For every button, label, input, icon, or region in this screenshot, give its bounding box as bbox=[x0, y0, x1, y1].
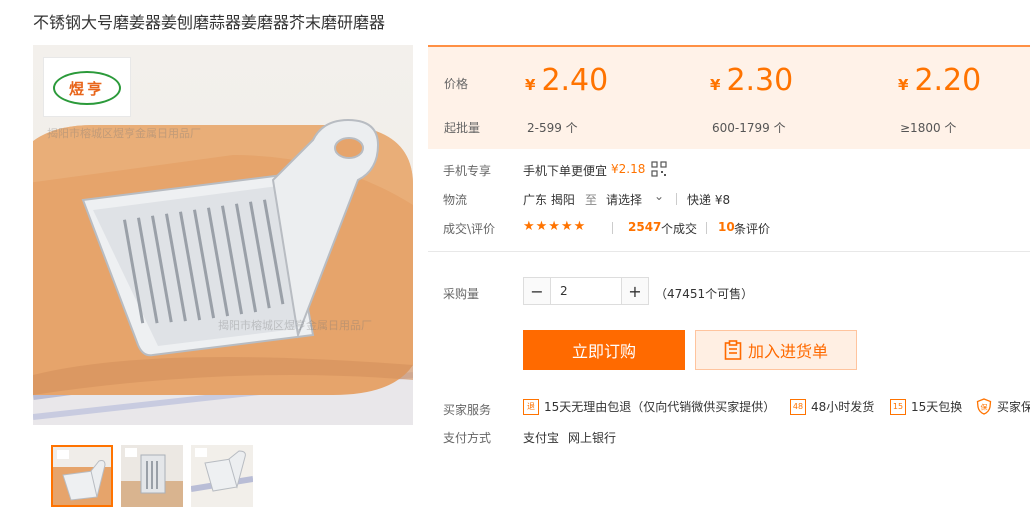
price-tier-1: ¥2.40 bbox=[525, 63, 608, 98]
add-to-cart-button[interactable]: 加入进货单 bbox=[695, 330, 857, 370]
service-return[interactable]: 退 15天无理由包退（仅向代销微供买家提供） bbox=[523, 398, 775, 415]
to-word: 至 bbox=[585, 193, 598, 207]
price-value: 2.30 bbox=[726, 63, 794, 98]
clipboard-icon bbox=[724, 340, 742, 360]
watermark-bottom: 揭阳市榕城区煜亨金属日用品厂 bbox=[218, 319, 372, 332]
logistics-label: 物流 bbox=[443, 193, 468, 207]
service-exchange[interactable]: 15 15天包换 bbox=[890, 398, 962, 415]
decrement-button[interactable]: − bbox=[524, 278, 551, 304]
quantity-label: 采购量 bbox=[443, 287, 480, 301]
ship-from: 广东 揭阳 bbox=[523, 193, 575, 207]
trade-label: 成交\评价 bbox=[443, 222, 496, 236]
currency-symbol: ¥ bbox=[710, 76, 721, 94]
price-panel: 价格 起批量 ¥2.40 ¥2.30 ¥2.20 2-599 个 600-179… bbox=[428, 45, 1030, 149]
return-15-icon: 退 bbox=[523, 398, 539, 415]
chevron-down-icon[interactable]: ⌄ bbox=[654, 189, 664, 203]
services-label: 买家服务 bbox=[443, 403, 492, 417]
shield-badge: 保 bbox=[981, 403, 988, 412]
payment-label: 支付方式 bbox=[443, 431, 492, 445]
divider bbox=[612, 222, 613, 234]
deals-count[interactable]: 2547 bbox=[628, 220, 661, 234]
service-text: 买家保障 bbox=[997, 400, 1030, 414]
service-guarantee[interactable]: 保 买家保障 bbox=[976, 398, 1030, 415]
service-text: 15天无理由包退（仅向代销微供买家提供） bbox=[544, 400, 776, 414]
deals-text: 个成交 bbox=[661, 222, 698, 236]
shipping-fee: 快递 ¥8 bbox=[687, 193, 731, 207]
currency-symbol: ¥ bbox=[525, 76, 536, 94]
add-to-cart-label: 加入进货单 bbox=[747, 342, 828, 361]
currency-symbol: ¥ bbox=[898, 76, 909, 94]
quantity-stepper: − 2 + bbox=[523, 277, 649, 305]
watermark-top: 揭阳市榕城区煜亨金属日用品厂 bbox=[47, 127, 201, 140]
price-label: 价格 bbox=[444, 77, 469, 91]
exchange-15-icon: 15 bbox=[890, 398, 906, 415]
qr-code-icon[interactable] bbox=[651, 161, 667, 177]
thumbnail-2[interactable] bbox=[121, 445, 183, 507]
quantity-input[interactable]: 2 bbox=[551, 278, 621, 304]
section-divider bbox=[428, 251, 1030, 252]
mobile-price: ¥2.18 bbox=[611, 162, 646, 176]
logo-text: 煜亨 bbox=[68, 79, 105, 98]
payment-online-bank: 网上银行 bbox=[568, 431, 617, 445]
reviews-text: 条评价 bbox=[734, 222, 771, 236]
destination-select[interactable]: 请选择 bbox=[606, 191, 642, 208]
thumbnail-1[interactable] bbox=[51, 445, 113, 507]
price-value: 2.20 bbox=[914, 63, 982, 98]
increment-button[interactable]: + bbox=[621, 278, 648, 304]
divider bbox=[676, 193, 677, 205]
batch-range-3: ≥1800 个 bbox=[900, 121, 957, 135]
divider bbox=[706, 222, 707, 234]
available-stock: （47451个可售） bbox=[655, 287, 754, 301]
main-product-image[interactable]: 煜亨 揭阳市榕城区煜亨金属日用品厂 揭阳市榕城区煜亨金属日用品厂 bbox=[33, 45, 413, 425]
price-value: 2.40 bbox=[541, 63, 609, 98]
mobile-text: 手机下单更便宜 bbox=[523, 164, 608, 178]
thumbnail-3[interactable] bbox=[191, 445, 253, 507]
price-tier-3: ¥2.20 bbox=[898, 63, 981, 98]
mobile-label: 手机专享 bbox=[443, 164, 492, 178]
logo-oval-icon: 煜亨 bbox=[53, 71, 121, 105]
brand-logo: 煜亨 bbox=[43, 57, 131, 117]
shield-icon: 保 bbox=[976, 398, 992, 415]
product-title: 不锈钢大号磨姜器姜刨磨蒜器姜磨器芥末磨研磨器 bbox=[33, 13, 386, 32]
reviews-count[interactable]: 10 bbox=[718, 220, 735, 234]
buy-now-button[interactable]: 立即订购 bbox=[523, 330, 685, 370]
batch-range-1: 2-599 个 bbox=[527, 121, 578, 135]
rating-stars: ★★★★★ bbox=[523, 219, 587, 234]
service-ship48[interactable]: 48 48小时发货 bbox=[790, 398, 874, 415]
ship-48-icon: 48 bbox=[790, 398, 806, 415]
batch-label: 起批量 bbox=[444, 121, 481, 135]
payment-alipay: 支付宝 bbox=[523, 431, 560, 445]
price-tier-2: ¥2.30 bbox=[710, 63, 793, 98]
batch-range-2: 600-1799 个 bbox=[712, 121, 786, 135]
service-text: 48小时发货 bbox=[811, 400, 875, 414]
service-text: 15天包换 bbox=[911, 400, 963, 414]
